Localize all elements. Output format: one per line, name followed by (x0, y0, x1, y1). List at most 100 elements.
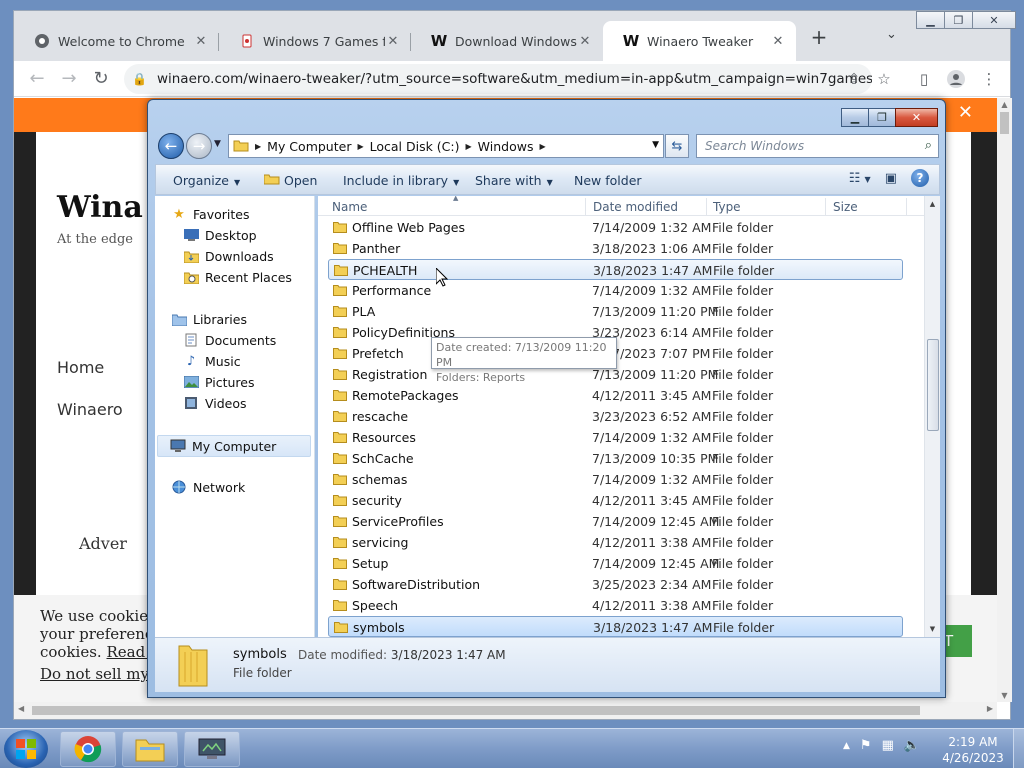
share-with-button[interactable]: Share with ▼ (475, 173, 553, 188)
file-row[interactable]: PCHEALTH 3/18/2023 1:47 AM File folder (328, 259, 903, 280)
page-horizontal-scrollbar[interactable]: ◀ ▶ (14, 702, 997, 719)
taskbar-app-button[interactable] (184, 731, 240, 767)
bookmark-star-icon[interactable]: ☆ (873, 70, 895, 88)
nav-music[interactable]: ♪ Music (183, 353, 241, 369)
breadcrumb-arrow-icon[interactable]: ▶ (357, 142, 363, 151)
tab-search-chevron-icon[interactable]: ⌄ (886, 27, 897, 42)
volume-icon[interactable]: 🔈 (904, 738, 920, 753)
nav-recent-places[interactable]: Recent Places (183, 269, 292, 285)
file-row[interactable]: Panther 3/18/2023 1:06 AM File folder (328, 238, 903, 259)
back-button[interactable]: ← (158, 133, 184, 159)
tab-winaero-tweaker[interactable]: W Winaero Tweaker ✕ (603, 21, 796, 61)
scroll-left-arrow-icon[interactable]: ◀ (18, 704, 24, 713)
show-desktop-button[interactable] (1013, 729, 1024, 768)
forward-arrow-icon[interactable]: → (58, 69, 80, 89)
file-row[interactable]: symbols 3/18/2023 1:47 AM File folder (328, 616, 903, 637)
side-panel-icon[interactable]: ▯ (913, 70, 935, 88)
breadcrumb-local-disk[interactable]: Local Disk (C:) (370, 139, 460, 154)
maximize-button[interactable]: ❐ (868, 108, 896, 127)
breadcrumb-windows[interactable]: Windows (478, 139, 534, 154)
reload-icon[interactable]: ↻ (90, 69, 112, 89)
scroll-up-arrow-icon[interactable]: ▲ (997, 100, 1012, 109)
taskbar-chrome-button[interactable] (60, 731, 116, 767)
tab-close-icon[interactable]: ✕ (577, 34, 593, 49)
file-row[interactable]: rescache 3/23/2023 6:52 AM File folder (328, 406, 903, 427)
organize-button[interactable]: Organize ▼ (173, 173, 240, 188)
preview-pane-icon[interactable]: ▣ (885, 171, 897, 186)
tab-windows7-games[interactable]: Windows 7 Games for W ✕ (219, 21, 411, 61)
file-list-scrollbar[interactable]: ▲ ▼ (924, 196, 940, 637)
file-row[interactable]: Offline Web Pages 7/14/2009 1:32 AM File f… (328, 217, 903, 238)
open-button[interactable]: Open (263, 173, 317, 188)
nav-link-winaero[interactable]: Winaero (57, 400, 123, 419)
address-dropdown-icon[interactable]: ▼ (652, 140, 659, 150)
tab-close-icon[interactable]: ✕ (385, 34, 401, 49)
file-row[interactable]: Speech 4/12/2011 3:38 AM File folder (328, 595, 903, 616)
nav-videos[interactable]: Videos (183, 395, 247, 411)
file-row[interactable]: ServiceProfiles 7/14/2009 12:45 AM File fo… (328, 511, 903, 532)
file-row[interactable]: Setup 7/14/2009 12:45 AM File folder (328, 553, 903, 574)
page-vertical-scrollbar[interactable]: ▲ ▼ (997, 98, 1012, 702)
nav-link-home[interactable]: Home (57, 358, 104, 377)
nav-pictures[interactable]: Pictures (183, 374, 255, 390)
back-arrow-icon[interactable]: ← (26, 69, 48, 89)
close-button[interactable]: ✕ (972, 11, 1016, 29)
forward-button[interactable]: → (186, 133, 212, 159)
banner-close-icon[interactable]: ✕ (958, 102, 973, 123)
nav-network[interactable]: Network (171, 479, 245, 495)
network-status-icon[interactable]: ▦ (882, 738, 894, 753)
scroll-thumb[interactable] (32, 706, 920, 715)
nav-my-computer[interactable]: My Computer (157, 435, 311, 457)
address-breadcrumb[interactable]: ▶ My Computer ▶ Local Disk (C:) ▶ Window… (228, 134, 664, 158)
start-button[interactable] (4, 730, 48, 768)
scroll-thumb[interactable] (927, 339, 939, 431)
file-row[interactable]: Performance 7/14/2009 1:32 AM File folder (328, 280, 903, 301)
scroll-thumb[interactable] (1000, 112, 1009, 134)
tab-close-icon[interactable]: ✕ (770, 34, 786, 49)
nav-libraries[interactable]: Libraries (171, 311, 247, 327)
file-row[interactable]: Resources 7/14/2009 1:32 AM File folder (328, 427, 903, 448)
nav-documents[interactable]: Documents (183, 332, 276, 348)
nav-downloads[interactable]: Downloads (183, 248, 274, 264)
column-size[interactable]: Size (833, 200, 858, 214)
file-row[interactable]: schemas 7/14/2009 1:32 AM File folder (328, 469, 903, 490)
tab-welcome[interactable]: Welcome to Chrome ✕ (14, 21, 219, 61)
action-center-icon[interactable]: ⚑ (860, 738, 872, 753)
file-row[interactable]: SoftwareDistribution 3/25/2023 2:34 AM Fil… (328, 574, 903, 595)
do-not-sell-link[interactable]: Do not sell my (40, 665, 149, 683)
minimize-button[interactable]: ▁ (841, 108, 869, 127)
view-options-icon[interactable]: ☷ ▼ (849, 171, 871, 186)
show-hidden-icons-icon[interactable]: ▲ (843, 741, 850, 753)
file-row[interactable]: servicing 4/12/2011 3:38 AM File folder (328, 532, 903, 553)
scroll-down-arrow-icon[interactable]: ▼ (925, 625, 940, 633)
tab-download-windows7[interactable]: W Download Windows 7 G ✕ (411, 21, 603, 61)
system-clock[interactable]: 2:19 AM 4/26/2023 (938, 734, 1008, 766)
nav-favorites[interactable]: ★ Favorites (171, 206, 249, 222)
file-row[interactable]: RemotePackages 4/12/2011 3:45 AM File fold… (328, 385, 903, 406)
breadcrumb-arrow-icon[interactable]: ▶ (255, 142, 261, 151)
profile-avatar-icon[interactable] (945, 70, 967, 92)
file-row[interactable]: security 4/12/2011 3:45 AM File folder (328, 490, 903, 511)
nav-desktop[interactable]: Desktop (183, 227, 257, 243)
minimize-button[interactable]: ▁ (916, 11, 945, 29)
recent-pages-chevron-icon[interactable]: ▼ (214, 139, 221, 149)
new-folder-button[interactable]: New folder (574, 173, 642, 188)
column-name[interactable]: Name (332, 200, 367, 214)
include-in-library-button[interactable]: Include in library ▼ (343, 173, 459, 188)
address-bar[interactable]: 🔒 winaero.com/winaero-tweaker/?utm_sourc… (124, 64, 872, 94)
search-input[interactable]: Search Windows ⌕ (696, 134, 939, 158)
file-row[interactable]: SchCache 7/13/2009 10:35 PM File folder (328, 448, 903, 469)
search-icon[interactable]: ⌕ (925, 138, 932, 153)
file-row[interactable]: PLA 7/13/2009 11:20 PM File folder (328, 301, 903, 322)
taskbar-explorer-button[interactable] (122, 731, 178, 767)
breadcrumb-my-computer[interactable]: My Computer (267, 139, 351, 154)
refresh-button[interactable]: ⇆ (665, 134, 689, 158)
menu-kebab-icon[interactable]: ⋮ (978, 70, 1000, 88)
share-icon[interactable]: ⇪ (843, 70, 865, 88)
help-icon[interactable]: ? (911, 169, 929, 187)
breadcrumb-arrow-icon[interactable]: ▶ (466, 142, 472, 151)
column-date-modified[interactable]: Date modified (593, 200, 678, 214)
new-tab-button[interactable]: + (807, 25, 831, 49)
tab-close-icon[interactable]: ✕ (193, 34, 209, 49)
scroll-down-arrow-icon[interactable]: ▼ (997, 691, 1012, 700)
